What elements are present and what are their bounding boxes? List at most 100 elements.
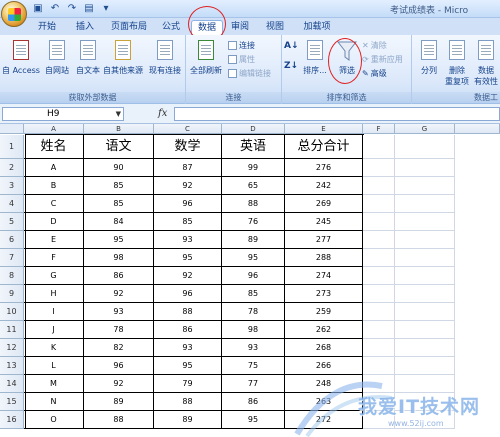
table-cell[interactable]: 259 [285, 303, 363, 321]
table-cell[interactable]: 85 [84, 195, 154, 213]
tab-insert[interactable]: 插入 [68, 20, 102, 35]
row-header[interactable]: 12 [0, 339, 24, 357]
table-cell[interactable]: E [24, 231, 84, 249]
table-cell[interactable]: 95 [222, 411, 285, 429]
row-header[interactable]: 11 [0, 321, 24, 339]
name-box[interactable]: H9 ▼ [2, 107, 124, 121]
table-cell[interactable] [363, 303, 395, 321]
table-cell[interactable]: 245 [285, 213, 363, 231]
table-cell[interactable]: I [24, 303, 84, 321]
table-cell[interactable] [395, 249, 455, 267]
table-header-cell[interactable]: 语文 [84, 135, 154, 159]
table-cell[interactable]: 276 [285, 159, 363, 177]
table-cell[interactable] [363, 213, 395, 231]
tab-review[interactable]: 审阅 [225, 20, 255, 35]
table-cell[interactable]: 96 [222, 267, 285, 285]
table-cell[interactable]: 269 [285, 195, 363, 213]
tab-addins[interactable]: 加载项 [297, 20, 337, 35]
table-cell[interactable]: H [24, 285, 84, 303]
table-cell[interactable]: 99 [222, 159, 285, 177]
customize-dropdown-icon[interactable]: ▾ [100, 3, 112, 15]
column-header-b[interactable]: B [84, 124, 154, 134]
table-cell[interactable] [395, 285, 455, 303]
table-cell[interactable]: 89 [154, 411, 222, 429]
connections-button[interactable]: 连接 [228, 40, 255, 51]
sort-dialog-button[interactable]: 排序... [300, 39, 330, 76]
reapply-button[interactable]: ⟳ 重新应用 [362, 54, 403, 65]
table-cell[interactable]: 277 [285, 231, 363, 249]
table-cell[interactable]: C [24, 195, 84, 213]
insert-function-icon[interactable]: fx [158, 108, 167, 119]
table-cell[interactable]: 273 [285, 285, 363, 303]
select-all-corner[interactable] [0, 124, 24, 134]
table-cell[interactable]: 96 [84, 357, 154, 375]
table-cell[interactable] [395, 195, 455, 213]
edit-links-button[interactable]: 编辑链接 [228, 68, 271, 79]
table-cell[interactable]: 98 [222, 321, 285, 339]
table-cell[interactable] [395, 339, 455, 357]
table-cell[interactable]: J [24, 321, 84, 339]
tab-view[interactable]: 视图 [259, 20, 291, 35]
table-cell[interactable]: 76 [222, 213, 285, 231]
advanced-filter-button[interactable]: ✎ 高级 [362, 68, 387, 79]
table-cell[interactable]: 266 [285, 357, 363, 375]
table-header-cell[interactable]: 数学 [154, 135, 222, 159]
table-cell[interactable]: 92 [84, 375, 154, 393]
column-header-c[interactable]: C [154, 124, 222, 134]
from-text-button[interactable]: 自文本 [73, 39, 103, 76]
save-icon[interactable]: ▣ [32, 3, 44, 15]
existing-connections-button[interactable]: 现有连接 [146, 39, 184, 76]
table-cell[interactable] [363, 195, 395, 213]
table-header-cell[interactable]: 英语 [222, 135, 285, 159]
table-cell[interactable] [363, 339, 395, 357]
table-cell[interactable] [395, 135, 455, 159]
table-cell[interactable] [363, 321, 395, 339]
table-cell[interactable]: B [24, 177, 84, 195]
row-header[interactable]: 6 [0, 231, 24, 249]
table-cell[interactable] [363, 159, 395, 177]
table-cell[interactable] [395, 321, 455, 339]
row-header[interactable]: 15 [0, 393, 24, 411]
row-header[interactable]: 2 [0, 159, 24, 177]
table-cell[interactable]: 79 [154, 375, 222, 393]
sort-za-button[interactable]: Z↓ [284, 61, 298, 71]
table-cell[interactable]: 248 [285, 375, 363, 393]
table-cell[interactable]: 288 [285, 249, 363, 267]
table-cell[interactable]: 92 [84, 285, 154, 303]
table-cell[interactable]: 84 [84, 213, 154, 231]
table-cell[interactable] [395, 375, 455, 393]
table-cell[interactable]: 87 [154, 159, 222, 177]
column-header-f[interactable]: F [363, 124, 395, 134]
refresh-all-button[interactable]: 全部刷新 [188, 39, 224, 76]
row-header[interactable]: 13 [0, 357, 24, 375]
name-box-dropdown-icon[interactable]: ▼ [116, 108, 121, 120]
table-cell[interactable]: 93 [84, 303, 154, 321]
table-cell[interactable]: F [24, 249, 84, 267]
table-cell[interactable] [363, 267, 395, 285]
table-cell[interactable]: N [24, 393, 84, 411]
table-cell[interactable]: 77 [222, 375, 285, 393]
table-cell[interactable]: 75 [222, 357, 285, 375]
tab-page-layout[interactable]: 页面布局 [104, 20, 154, 35]
table-header-cell[interactable]: 总分合计 [285, 135, 363, 159]
formula-input[interactable] [174, 107, 500, 121]
row-header[interactable]: 14 [0, 375, 24, 393]
sort-az-button[interactable]: A↓ [284, 41, 299, 51]
table-cell[interactable] [363, 285, 395, 303]
table-cell[interactable] [395, 357, 455, 375]
table-cell[interactable]: D [24, 213, 84, 231]
table-cell[interactable] [395, 393, 455, 411]
table-cell[interactable]: 86 [154, 321, 222, 339]
table-cell[interactable]: 268 [285, 339, 363, 357]
table-cell[interactable]: G [24, 267, 84, 285]
table-cell[interactable]: 89 [84, 393, 154, 411]
table-cell[interactable] [395, 231, 455, 249]
table-cell[interactable] [363, 249, 395, 267]
table-cell[interactable]: 96 [154, 195, 222, 213]
row-header[interactable]: 1 [0, 135, 24, 159]
row-header[interactable]: 4 [0, 195, 24, 213]
table-cell[interactable]: 85 [84, 177, 154, 195]
table-cell[interactable]: 86 [222, 393, 285, 411]
row-header[interactable]: 9 [0, 285, 24, 303]
row-header[interactable]: 3 [0, 177, 24, 195]
